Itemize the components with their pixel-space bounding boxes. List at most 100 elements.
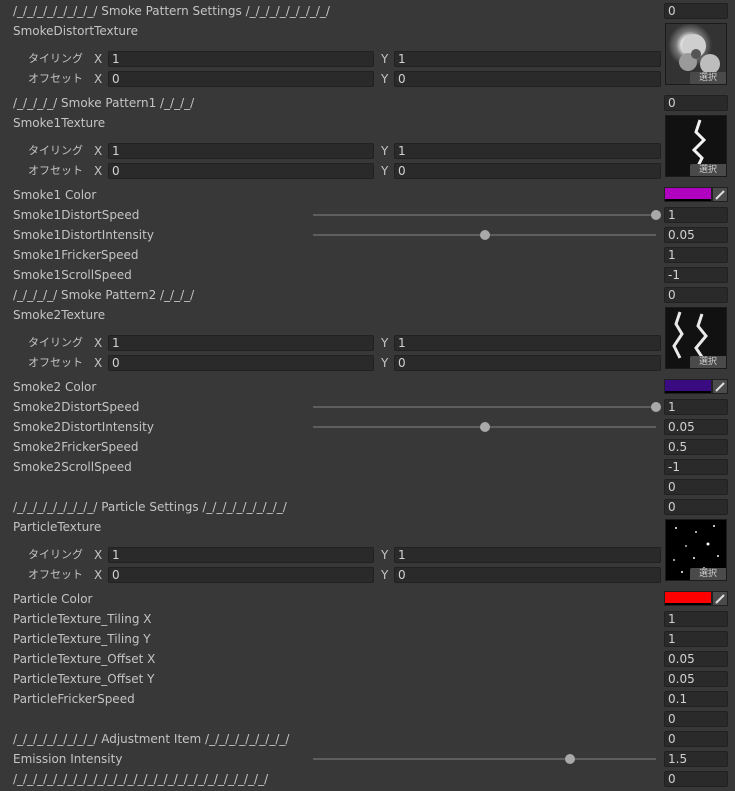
property-label: ParticleTexture_Tiling Y [13, 632, 151, 646]
slider-thumb[interactable] [479, 422, 490, 432]
particle-tiling-y-row: ParticleTexture_Tiling Y 1 [0, 629, 735, 649]
select-button[interactable]: 選択 [690, 568, 726, 580]
value-field[interactable]: 0.05 [664, 227, 728, 243]
eyedropper-glyph [715, 382, 725, 392]
slider-track[interactable] [313, 402, 661, 412]
smoke1-fricker-speed-row: Smoke1FrickerSpeed 1 [0, 245, 735, 265]
offset-x-field[interactable]: 0 [108, 567, 374, 583]
value-field[interactable]: 1 [664, 247, 728, 263]
offset-y-field[interactable]: 0 [394, 355, 661, 371]
offset-x-field[interactable]: 0 [108, 355, 374, 371]
axis-x-label: X [94, 52, 103, 66]
offset-x-field[interactable]: 0 [108, 163, 374, 179]
section-header: /_/_/_/_/ Smoke Pattern1 /_/_/_/ [13, 96, 195, 110]
select-button[interactable]: 選択 [690, 72, 726, 84]
slider-thumb[interactable] [651, 210, 661, 220]
smoke2-color-swatch[interactable] [664, 379, 712, 394]
spacer-row: 0 [0, 477, 735, 497]
tiling-label: タイリング [28, 144, 83, 157]
property-label: Smoke2FrickerSpeed [13, 440, 139, 454]
select-button[interactable]: 選択 [690, 164, 726, 176]
eyedropper-icon[interactable] [712, 591, 728, 606]
tiling-x-field[interactable]: 1 [108, 143, 374, 159]
axis-y-label: Y [381, 72, 389, 86]
tiling-label: タイリング [28, 336, 83, 349]
value-field[interactable]: -1 [664, 459, 728, 475]
offset-y-field[interactable]: 0 [394, 163, 661, 179]
header-value-field[interactable]: 0 [664, 287, 728, 303]
property-label: Smoke2DistortIntensity [13, 420, 154, 434]
offset-label: オフセット [28, 356, 83, 369]
value-field[interactable]: 1 [664, 611, 728, 627]
property-label: ParticleTexture_Offset Y [13, 672, 155, 686]
header-value-field[interactable]: 0 [664, 3, 728, 19]
smoke1-distort-speed-row: Smoke1DistortSpeed 1 [0, 205, 735, 225]
particle-offset-y-row: ParticleTexture_Offset Y 0.05 [0, 669, 735, 689]
eyedropper-icon[interactable] [712, 187, 728, 202]
value-field[interactable]: -1 [664, 267, 728, 283]
alpha-bar [665, 199, 711, 201]
slider-thumb[interactable] [479, 230, 490, 240]
value-field[interactable]: 1 [664, 631, 728, 647]
particle-color-row: Particle Color [0, 589, 735, 609]
value-field[interactable]: 0.05 [664, 419, 728, 435]
footer-value-field[interactable]: 0 [664, 771, 728, 787]
tiling-x-field[interactable]: 1 [108, 51, 374, 67]
slider-track[interactable] [313, 754, 656, 764]
particle-color-swatch[interactable] [664, 591, 712, 606]
offset-y-field[interactable]: 0 [394, 567, 661, 583]
particle-texture-thumbnail[interactable]: 選択 [665, 519, 727, 581]
slider-track[interactable] [313, 210, 661, 220]
smoke-distort-tiling-row: タイリング X 1 Y 1 [0, 49, 735, 69]
header-value-field[interactable]: 0 [664, 731, 728, 747]
value-field[interactable]: 1 [664, 399, 728, 415]
offset-label: オフセット [28, 72, 83, 85]
tiling-y-field[interactable]: 1 [394, 143, 661, 159]
tiling-x-field[interactable]: 1 [108, 547, 374, 563]
value-field[interactable]: 0.05 [664, 671, 728, 687]
texture-label: Smoke2Texture [13, 308, 106, 322]
texture-label: Smoke1Texture [13, 116, 106, 130]
eyedropper-icon[interactable] [712, 379, 728, 394]
offset-y-field[interactable]: 0 [394, 71, 661, 87]
emission-intensity-row: Emission Intensity 1.5 [0, 749, 735, 769]
axis-x-label: X [94, 336, 103, 350]
smoke-distort-texture-row: SmokeDistortTexture [0, 21, 735, 41]
value-field[interactable]: 0.05 [664, 651, 728, 667]
alpha-bar [665, 391, 711, 393]
slider-thumb[interactable] [651, 402, 661, 412]
section-footer: /_/_/_/_/_/_/_/_/_/_/_/_/_/_/_/_/_/_/_/_… [13, 772, 269, 786]
slider-thumb[interactable] [565, 754, 576, 764]
slider-track[interactable] [313, 230, 656, 240]
value-field[interactable]: 1 [664, 207, 728, 223]
color-label: Smoke2 Color [13, 380, 97, 394]
smoke-distort-texture-thumbnail[interactable]: 選択 [665, 23, 727, 85]
tiling-x-field[interactable]: 1 [108, 335, 374, 351]
value-field[interactable]: 0 [664, 711, 728, 727]
tiling-y-field[interactable]: 1 [394, 51, 661, 67]
tiling-label: タイリング [28, 548, 83, 561]
property-label: ParticleTexture_Offset X [13, 652, 156, 666]
texture-label: ParticleTexture [13, 520, 102, 534]
select-button[interactable]: 選択 [690, 356, 726, 368]
tiling-y-field[interactable]: 1 [394, 547, 661, 563]
header-value-field[interactable]: 0 [664, 95, 728, 111]
smoke1-texture-thumbnail[interactable]: 選択 [665, 115, 727, 177]
value-field[interactable]: 0.5 [664, 439, 728, 455]
particle-tiling-x-row: ParticleTexture_Tiling X 1 [0, 609, 735, 629]
smoke-pattern-settings-row: /_/_/_/_/_/_/_/_/ Smoke Pattern Settings… [0, 1, 735, 21]
smoke1-color-swatch[interactable] [664, 187, 712, 202]
axis-y-label: Y [381, 336, 389, 350]
smoke2-texture-thumbnail[interactable]: 選択 [665, 307, 727, 369]
value-field[interactable]: 0 [664, 479, 728, 495]
color-label: Smoke1 Color [13, 188, 97, 202]
value-field[interactable]: 0.1 [664, 691, 728, 707]
slider-track[interactable] [313, 422, 656, 432]
axis-x-label: X [94, 164, 103, 178]
offset-x-field[interactable]: 0 [108, 71, 374, 87]
axis-y-label: Y [381, 164, 389, 178]
value-field[interactable]: 1.5 [664, 751, 728, 767]
tiling-y-field[interactable]: 1 [394, 335, 661, 351]
header-value-field[interactable]: 0 [664, 499, 728, 515]
offset-label: オフセット [28, 164, 83, 177]
